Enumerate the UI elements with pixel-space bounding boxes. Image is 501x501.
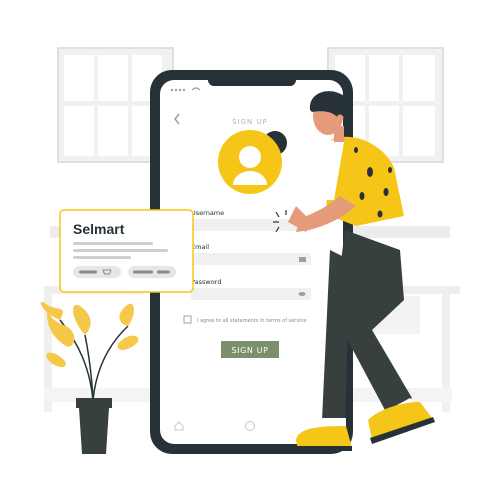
illustration-scene: SIGN UP Username Email Password I agree … [40,47,460,454]
selmart-card: Selmart [59,209,194,293]
eye-icon[interactable] [298,292,306,296]
card-brand: Selmart [73,221,125,237]
password-label: Password [191,278,221,286]
terms-text: I agree to all statements in terms of se… [197,318,307,324]
username-label: Username [191,209,224,217]
sign-up-button-label: SIGN UP [231,346,268,355]
potted-plant [40,301,139,454]
envelope-icon [299,257,306,262]
screen-title: SIGN UP [232,118,268,126]
sign-up-button[interactable]: SIGN UP [221,341,279,358]
terms-checkbox[interactable] [183,315,192,324]
